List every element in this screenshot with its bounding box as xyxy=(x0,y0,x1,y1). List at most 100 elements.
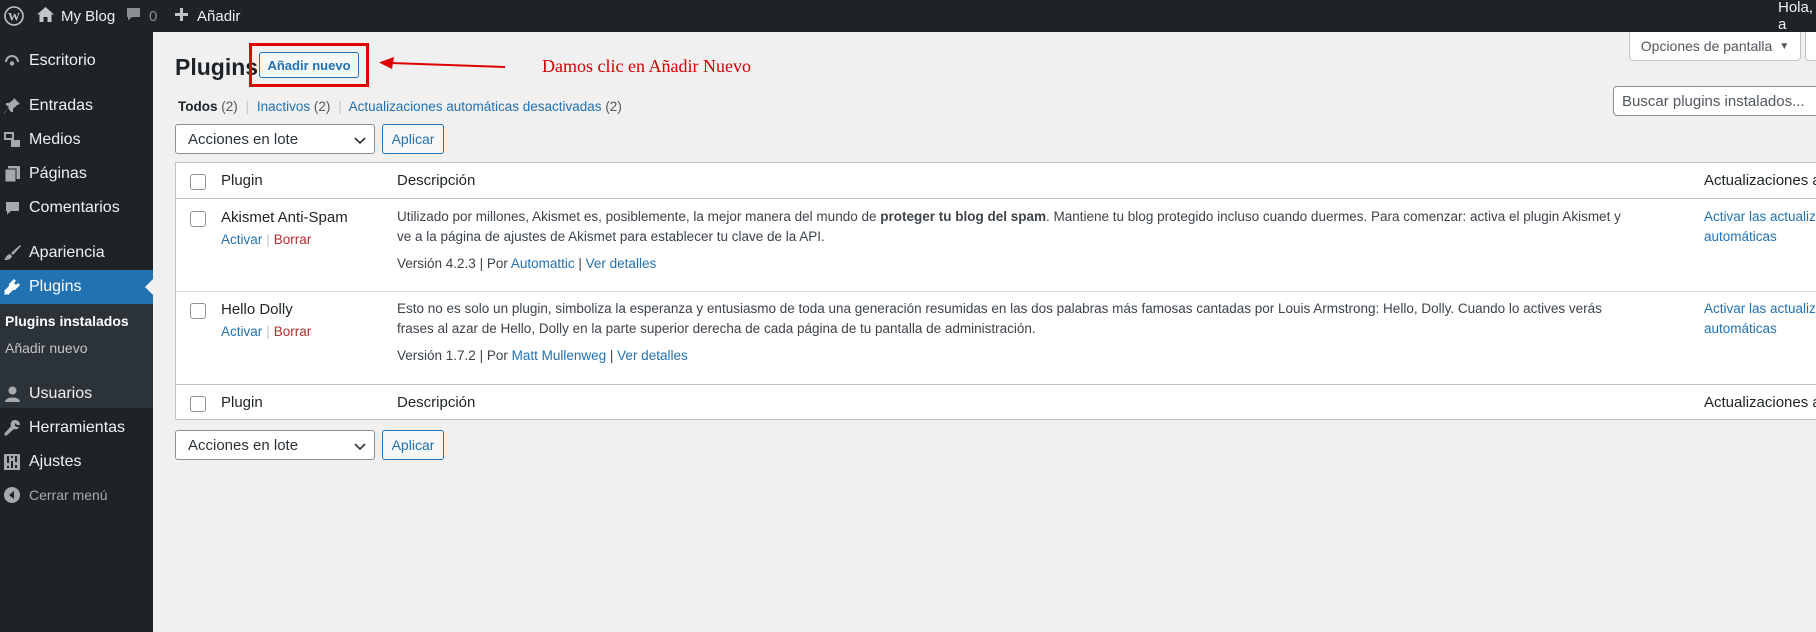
page-icon xyxy=(3,165,21,183)
by-label: Por xyxy=(486,256,508,271)
column-footer-plugin[interactable]: Plugin xyxy=(221,394,263,411)
delete-link[interactable]: Borrar xyxy=(274,232,312,247)
apply-bulk-button-bottom[interactable]: Aplicar xyxy=(382,430,444,460)
plugin-description: Esto no es solo un plugin, simboliza la … xyxy=(397,301,1602,336)
caret-down-icon: ▼ xyxy=(1779,40,1790,52)
screen-options-button[interactable]: Opciones de pantalla ▼ xyxy=(1629,32,1801,61)
new-content-link[interactable]: Añadir xyxy=(175,0,240,32)
collapse-arrow-icon xyxy=(3,486,21,504)
settings-icon xyxy=(3,453,21,471)
help-tab-button[interactable] xyxy=(1805,32,1816,61)
submenu-item-installed-plugins[interactable]: Plugins instalados xyxy=(5,313,129,329)
sidebar-item-label: Ajustes xyxy=(29,453,82,470)
sidebar-item-ajustes[interactable]: Ajustes xyxy=(0,445,153,479)
filter-separator: | xyxy=(338,99,342,114)
plugin-version: Versión 4.2.3 xyxy=(397,256,476,271)
enable-auto-updates-link[interactable]: Activar las actualizaciones automáticas xyxy=(1704,299,1816,339)
column-header-auto-updates: Actualizaciones automáticas xyxy=(1704,172,1816,189)
home-icon xyxy=(37,6,54,26)
pin-icon xyxy=(3,97,21,115)
table-header-row: Plugin Descripción Actualizaciones autom… xyxy=(176,163,1816,199)
comment-icon xyxy=(126,7,141,25)
apply-bulk-button-top[interactable]: Aplicar xyxy=(382,124,444,154)
description-bold: proteger tu blog del spam xyxy=(880,209,1046,224)
submenu-item-add-new[interactable]: Añadir nuevo xyxy=(5,340,88,356)
sidebar-item-label: Páginas xyxy=(29,165,87,182)
account-greeting[interactable]: Hola, a xyxy=(1778,0,1816,33)
sidebar-item-label: Apariencia xyxy=(29,244,105,261)
plus-icon xyxy=(175,7,188,25)
enable-auto-updates-link[interactable]: Activar las actualizaciones automáticas xyxy=(1704,207,1816,247)
chevron-down-icon xyxy=(354,133,366,150)
row-actions: Activar | Borrar xyxy=(221,232,311,247)
view-details-link[interactable]: Ver detalles xyxy=(617,348,688,363)
auto-updates-text: automáticas xyxy=(1704,229,1777,244)
delete-link[interactable]: Borrar xyxy=(274,324,312,339)
description-text: Utilizado por millones, Akismet es, posi… xyxy=(397,209,881,224)
bulk-actions-value: Acciones en lote xyxy=(188,131,299,148)
sidebar-item-label: Usuarios xyxy=(29,385,93,402)
bulk-actions-value: Acciones en lote xyxy=(188,437,299,454)
user-icon xyxy=(3,385,21,403)
bulk-actions-select-top[interactable]: Acciones en lote xyxy=(175,124,375,154)
sidebar-item-usuarios[interactable]: Usuarios xyxy=(0,377,153,411)
sidebar-item-label: Comentarios xyxy=(29,199,120,216)
site-name-link[interactable]: My Blog xyxy=(37,0,115,32)
page-title: Plugins xyxy=(175,54,259,80)
row-checkbox[interactable] xyxy=(190,211,206,227)
filter-inactive[interactable]: Inactivos xyxy=(257,99,310,114)
action-separator: | xyxy=(266,232,270,247)
bulk-actions-select-bottom[interactable]: Acciones en lote xyxy=(175,430,375,460)
table-row: Hello Dolly Activar | Borrar Esto no es so… xyxy=(176,292,1816,384)
filter-all[interactable]: Todos xyxy=(178,99,218,114)
auto-updates-text: Activar las actualizaciones xyxy=(1704,301,1816,316)
plugin-name: Akismet Anti-Spam xyxy=(221,209,348,226)
plugin-icon xyxy=(3,278,21,296)
comments-count: 0 xyxy=(149,7,158,25)
plugin-description: Utilizado por millones, Akismet es, posi… xyxy=(397,207,1627,247)
sidebar-item-label: Herramientas xyxy=(29,419,126,436)
filter-separator: | xyxy=(245,99,250,114)
activate-link[interactable]: Activar xyxy=(221,324,262,339)
wrench-icon xyxy=(3,419,21,437)
author-link[interactable]: Automattic xyxy=(511,256,575,271)
row-checkbox[interactable] xyxy=(190,303,206,319)
column-header-plugin[interactable]: Plugin xyxy=(221,172,263,189)
plugin-meta: Versión 4.2.3 | Por Automattic | Ver det… xyxy=(397,256,657,271)
search-plugins-input[interactable]: Buscar plugins instalados... xyxy=(1613,86,1816,116)
sidebar-item-label: Entradas xyxy=(29,97,94,114)
brush-icon xyxy=(3,244,21,262)
comment-icon xyxy=(3,199,21,217)
column-header-description: Descripción xyxy=(397,172,476,189)
filter-auto-updates-disabled[interactable]: Actualizaciones automáticas desactivadas xyxy=(349,99,602,114)
sidebar-item-herramientas[interactable]: Herramientas xyxy=(0,411,153,445)
author-link[interactable]: Matt Mullenweg xyxy=(512,348,607,363)
admin-sidebar: Escritorio Entradas Medios Páginas Comen… xyxy=(0,32,153,632)
plugin-meta: Versión 1.7.2 | Por Matt Mullenweg | Ver… xyxy=(397,348,688,363)
select-all-checkbox[interactable] xyxy=(190,174,206,190)
chevron-down-icon xyxy=(354,439,366,456)
by-label: Por xyxy=(486,348,508,363)
select-all-checkbox[interactable] xyxy=(190,396,206,412)
view-details-link[interactable]: Ver detalles xyxy=(586,256,657,271)
sidebar-item-medios[interactable]: Medios xyxy=(0,123,153,157)
sidebar-item-escritorio[interactable]: Escritorio xyxy=(0,44,153,78)
annotation-arrow-icon xyxy=(379,57,506,69)
row-actions: Activar | Borrar xyxy=(221,324,311,339)
collapse-menu-button[interactable]: Cerrar menú xyxy=(0,478,153,512)
activate-link[interactable]: Activar xyxy=(221,232,262,247)
sidebar-item-plugins[interactable]: Plugins xyxy=(0,270,153,304)
column-footer-auto-updates: Actualizaciones automáticas xyxy=(1704,394,1816,411)
plugins-table: Plugin Descripción Actualizaciones autom… xyxy=(175,162,1816,420)
sidebar-item-entradas[interactable]: Entradas xyxy=(0,89,153,123)
sidebar-item-comentarios[interactable]: Comentarios xyxy=(0,191,153,225)
filter-inactive-count: (2) xyxy=(313,99,331,114)
comments-link[interactable]: 0 xyxy=(126,0,157,32)
wordpress-logo-icon[interactable]: W xyxy=(4,0,24,32)
admin-bar: W My Blog 0 Añadir Hola, a xyxy=(0,0,1816,33)
new-label: Añadir xyxy=(197,7,241,25)
annotation-text: Damos clic en Añadir Nuevo xyxy=(542,56,751,76)
table-row: Akismet Anti-Spam Activar | Borrar Utiliza… xyxy=(176,200,1816,292)
sidebar-item-apariencia[interactable]: Apariencia xyxy=(0,236,153,270)
sidebar-item-paginas[interactable]: Páginas xyxy=(0,157,153,191)
